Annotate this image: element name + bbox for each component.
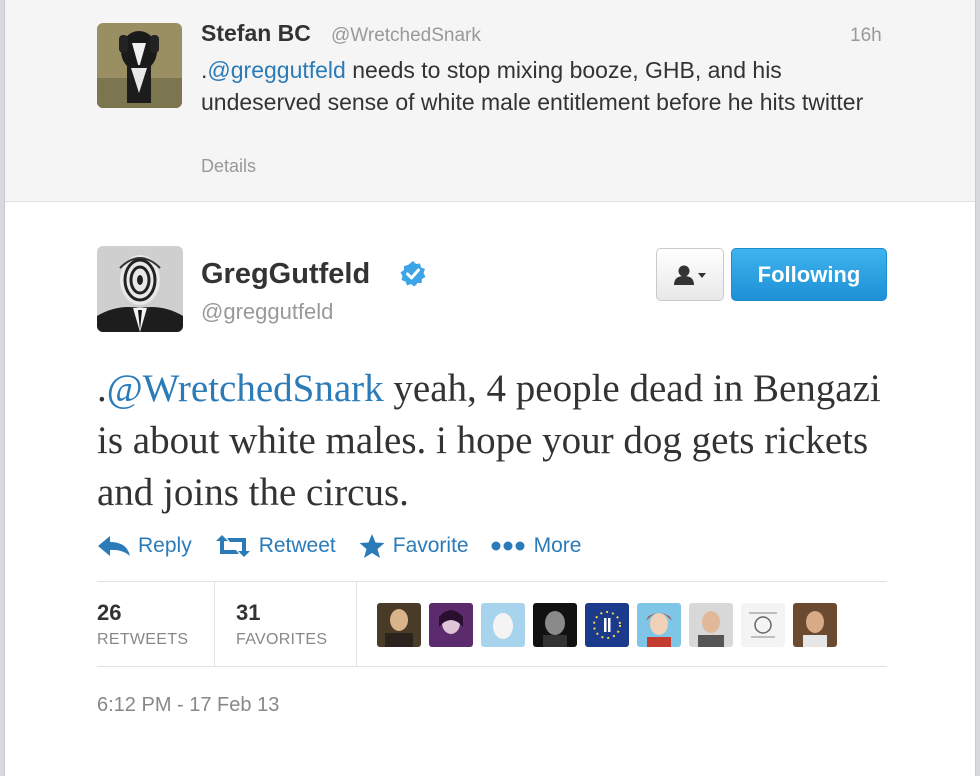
favoriter-avatar[interactable] <box>689 603 733 647</box>
parent-author-handle[interactable]: @WretchedSnark <box>331 25 481 47</box>
following-button[interactable]: Following <box>731 248 887 301</box>
favorite-button[interactable]: Favorite <box>358 533 469 559</box>
favoriter-avatar[interactable] <box>637 603 681 647</box>
main-mention-link[interactable]: @WretchedSnark <box>107 367 384 410</box>
tweet-permalink-panel: Stefan BC @WretchedSnark 16h .@greggutfe… <box>4 0 976 776</box>
more-label: More <box>533 534 582 557</box>
more-button[interactable]: More <box>491 534 582 558</box>
tweet-actions: Reply Retweet Favorite More <box>97 530 603 562</box>
main-tweet-text: .@WretchedSnark yeah, 4 people dead in B… <box>97 363 897 519</box>
favoriter-avatar[interactable] <box>377 603 421 647</box>
parent-tweet[interactable]: Stefan BC @WretchedSnark 16h .@greggutfe… <box>5 0 975 202</box>
retweet-icon <box>215 535 250 557</box>
favorites-label: FAVORITES <box>236 631 328 648</box>
retweets-count: 26 <box>97 600 122 625</box>
main-avatar[interactable] <box>97 246 183 332</box>
details-link[interactable]: Details <box>201 156 256 177</box>
stats-divider <box>356 582 357 666</box>
favorite-label: Favorite <box>392 534 469 557</box>
favoriter-avatar[interactable] <box>481 603 525 647</box>
retweet-button[interactable]: Retweet <box>214 534 336 558</box>
parent-timestamp[interactable]: 16h <box>850 25 882 47</box>
reply-label: Reply <box>138 534 192 557</box>
reply-icon <box>98 536 130 556</box>
favoriter-avatar[interactable] <box>793 603 837 647</box>
star-icon <box>359 534 385 558</box>
tweet-stats: 26 RETWEETS 31 FAVORITES <box>97 581 887 667</box>
user-dropdown-icon <box>674 265 706 285</box>
favoriters-avatars <box>377 603 845 647</box>
favoriter-avatar[interactable] <box>533 603 577 647</box>
main-author-name[interactable]: GregGutfeld <box>201 258 370 291</box>
user-actions-dropdown[interactable] <box>656 248 724 301</box>
parent-author-name[interactable]: Stefan BC <box>201 20 311 47</box>
favoriter-avatar[interactable] <box>585 603 629 647</box>
retweets-label: RETWEETS <box>97 631 189 648</box>
main-author-handle[interactable]: @greggutfeld <box>201 299 333 325</box>
more-dots-icon <box>491 541 525 551</box>
parent-tweet-text: .@greggutfeld needs to stop mixing booze… <box>201 54 901 118</box>
parent-mention-link[interactable]: @greggutfeld <box>207 57 345 83</box>
verified-badge-icon <box>399 260 427 288</box>
favoriter-avatar[interactable] <box>741 603 785 647</box>
stats-divider <box>214 582 215 666</box>
reply-button[interactable]: Reply <box>97 534 192 558</box>
favorites-count: 31 <box>236 600 261 625</box>
parent-avatar[interactable] <box>97 23 182 108</box>
retweet-label: Retweet <box>258 534 336 557</box>
favoriter-avatar[interactable] <box>429 603 473 647</box>
main-text-prefix: . <box>97 367 107 410</box>
tweet-timestamp[interactable]: 6:12 PM - 17 Feb 13 <box>97 694 279 717</box>
